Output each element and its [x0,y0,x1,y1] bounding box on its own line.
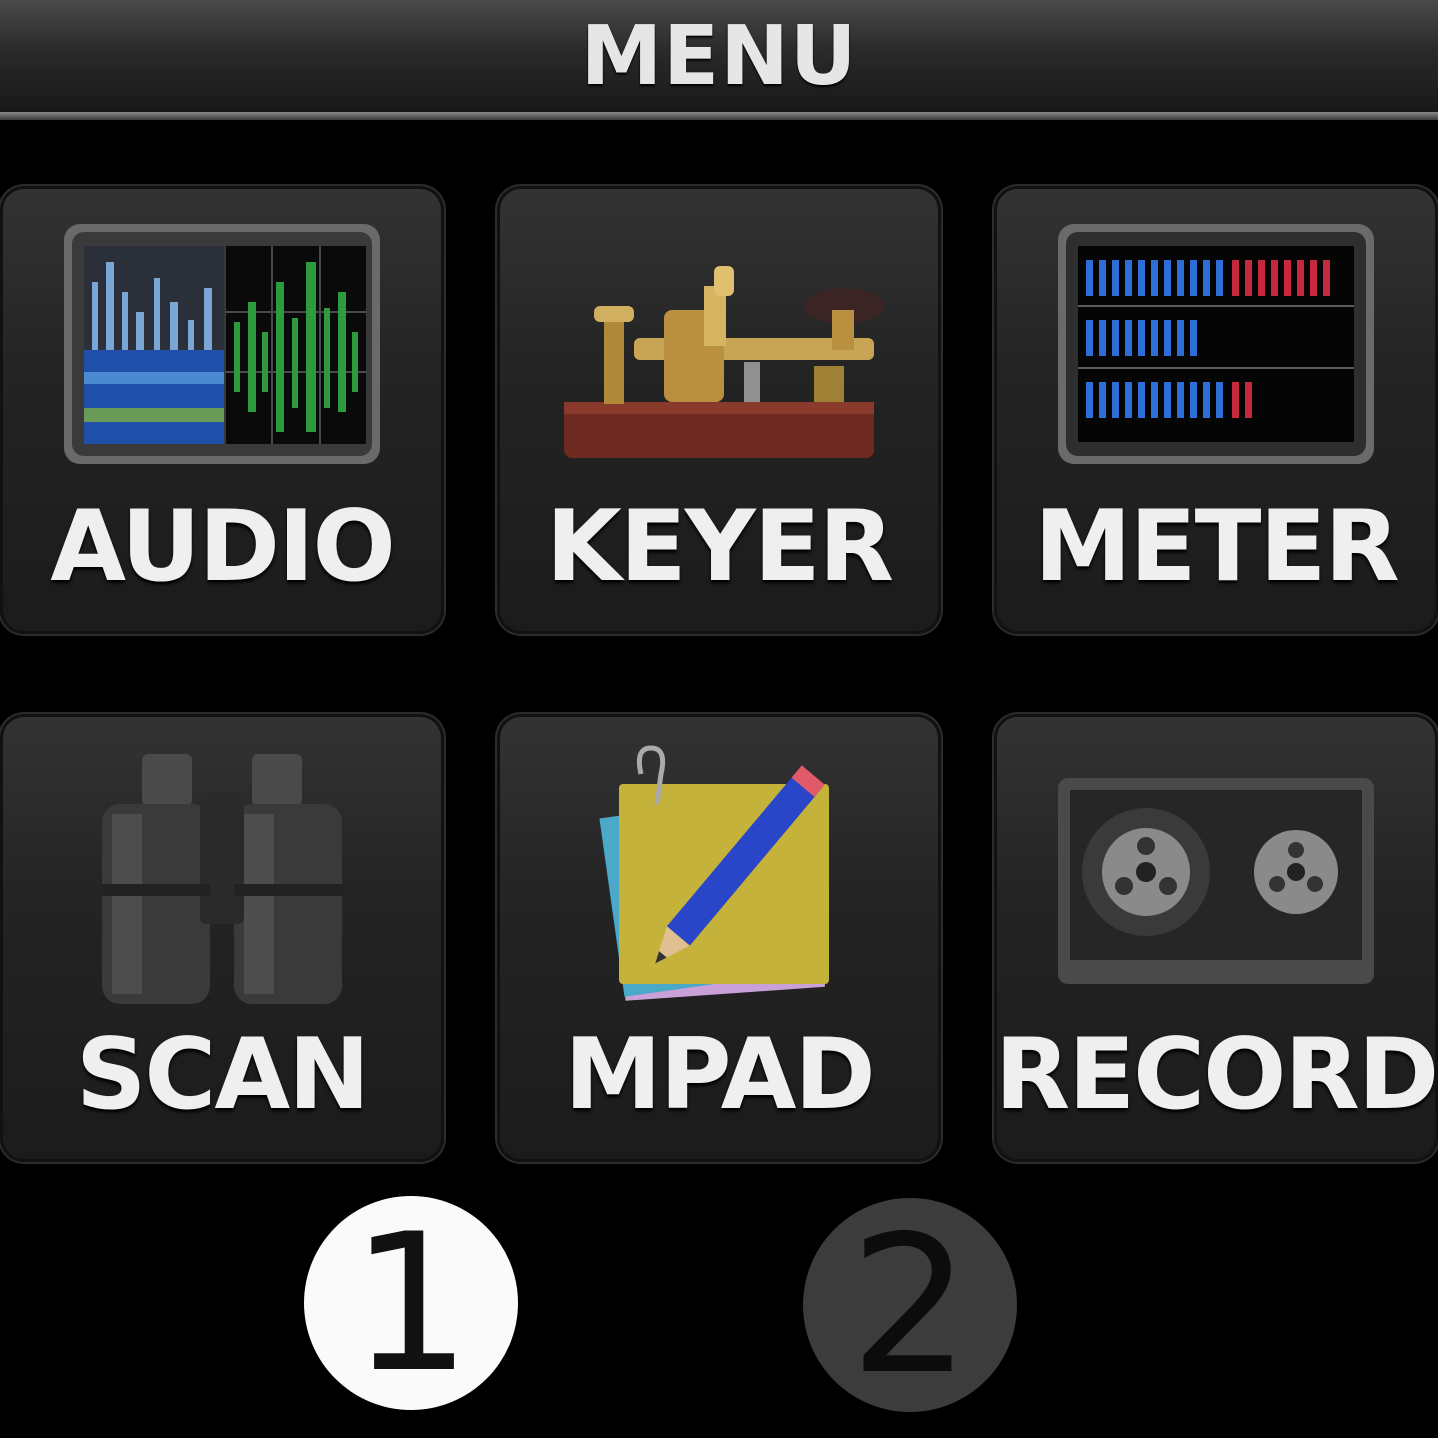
tape-reels-icon [1058,778,1374,984]
tile-label: MPAD [564,1018,876,1132]
page-title: MENU [580,8,858,104]
mpad-button[interactable]: MPAD [497,714,941,1162]
tile-label: AUDIO [50,490,396,604]
binoculars-icon [102,754,342,1004]
tile-label: KEYER [545,490,894,604]
menu-header: MENU [0,0,1438,112]
page-2-indicator[interactable]: 2 [803,1195,1017,1416]
scan-button[interactable]: SCAN [0,714,444,1162]
telegraph-key-icon [564,266,884,458]
audio-button[interactable]: AUDIO [0,186,444,634]
header-divider [0,112,1438,120]
level-meter-icon [1058,224,1374,464]
keyer-button[interactable]: KEYER [497,186,941,634]
spectrum-scope-icon [64,224,380,464]
memo-pad-pencil-icon [599,745,829,1001]
tile-label: METER [1034,490,1400,604]
meter-button[interactable]: METER [994,186,1438,634]
record-button[interactable]: RECORD [994,714,1438,1162]
page-1-indicator[interactable]: 1 [304,1193,518,1414]
tile-label: RECORD [994,1018,1438,1132]
tile-label: SCAN [75,1018,370,1132]
